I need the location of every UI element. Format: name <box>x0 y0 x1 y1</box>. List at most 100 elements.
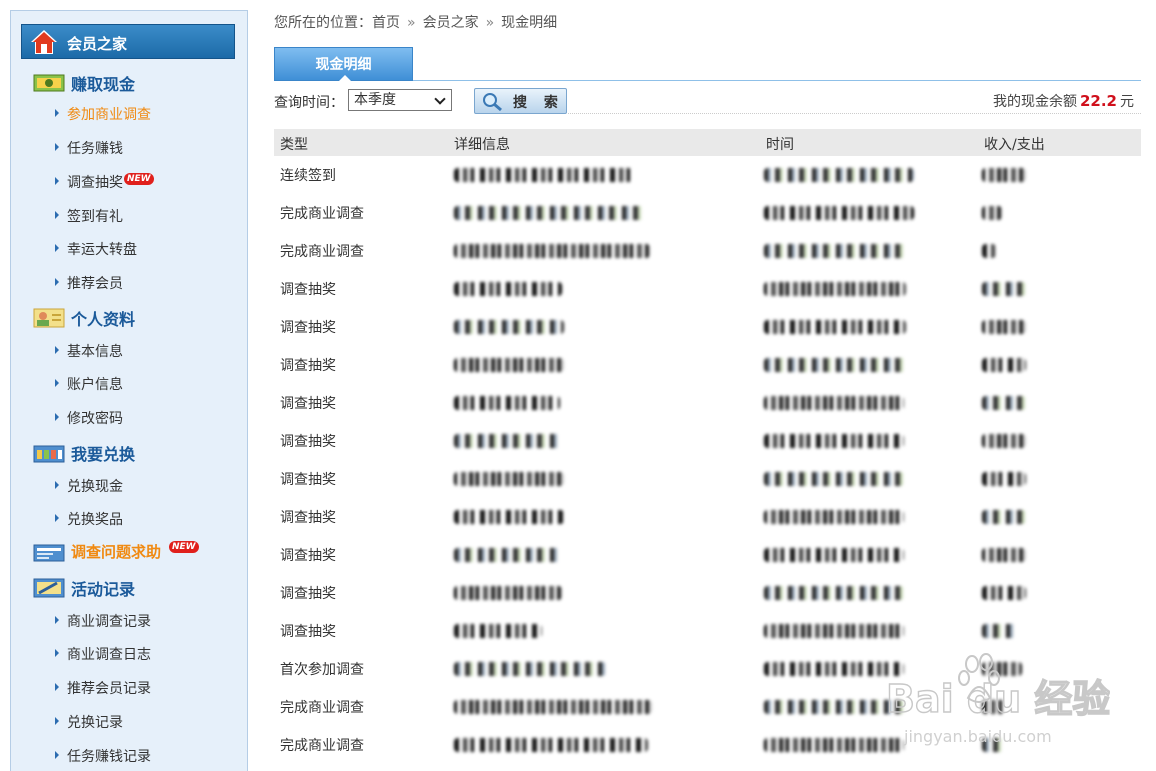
redacted-detail <box>454 320 564 334</box>
query-time-select[interactable]: 本季度 <box>348 89 452 111</box>
cash-balance: 我的现金余额 22.2 元 <box>993 91 1134 111</box>
cell-type: 调查抽奖 <box>280 586 336 602</box>
cell-type: 连续签到 <box>280 168 336 184</box>
table-row: 连续签到 <box>274 156 1141 194</box>
cell-type: 调查抽奖 <box>280 472 336 488</box>
sidebar-item-task-earn[interactable]: 任务赚钱 <box>55 138 123 160</box>
divider <box>568 113 1141 114</box>
chevron-down-icon <box>434 93 446 105</box>
profile-icon <box>33 308 65 328</box>
new-badge: NEW <box>169 541 199 553</box>
sidebar-item-task-records[interactable]: 任务赚钱记录 <box>55 746 151 768</box>
sidebar-item-survey-records[interactable]: 商业调查记录 <box>55 611 151 633</box>
table-row: 调查抽奖 <box>274 384 1141 422</box>
table-row: 调查抽奖 <box>274 270 1141 308</box>
sidebar-item-referral[interactable]: 推荐会员 <box>55 273 123 295</box>
bullet-arrow-icon <box>55 346 59 354</box>
record-icon <box>33 578 65 598</box>
redacted-amount <box>982 624 1016 638</box>
bullet-arrow-icon <box>55 143 59 151</box>
bullet-arrow-icon <box>55 177 59 185</box>
query-time-label: 查询时间： <box>274 95 344 111</box>
redacted-time <box>764 358 906 372</box>
cell-type: 调查抽奖 <box>280 396 336 412</box>
tab-cash-detail[interactable]: 现金明细 <box>274 47 413 81</box>
table-row: 调查抽奖 <box>274 498 1141 536</box>
section-label: 赚取现金 <box>71 75 136 94</box>
sidebar-item-referral-records[interactable]: 推荐会员记录 <box>55 678 151 700</box>
table-row: 完成商业调查 <box>274 232 1141 270</box>
cell-type: 调查抽奖 <box>280 510 336 526</box>
bullet-arrow-icon <box>55 413 59 421</box>
sidebar-item-survey-log[interactable]: 商业调查日志 <box>55 644 151 666</box>
cell-type: 完成商业调查 <box>280 244 364 260</box>
sidebar-item-join-survey[interactable]: 参加商业调查 <box>55 104 151 126</box>
table-row: 完成商业调查 <box>274 194 1141 232</box>
cell-type: 完成商业调查 <box>280 738 364 754</box>
bullet-arrow-icon <box>55 379 59 387</box>
breadcrumb-separator: » <box>407 15 416 31</box>
cell-type: 完成商业调查 <box>280 206 364 222</box>
column-header-detail: 详细信息 <box>454 137 510 153</box>
balance-amount: 22.2 <box>1079 92 1117 110</box>
redacted-amount <box>982 244 996 258</box>
redacted-amount <box>982 206 1002 220</box>
watermark-text: Bai du 经验 <box>886 677 1110 721</box>
sidebar-item-exchange-records[interactable]: 兑换记录 <box>55 712 123 734</box>
home-header[interactable]: 会员之家 <box>21 24 235 59</box>
redacted-detail <box>454 168 632 182</box>
breadcrumb-member-link[interactable]: 会员之家 <box>423 15 479 31</box>
cell-type: 调查抽奖 <box>280 434 336 450</box>
sidebar-item-change-password[interactable]: 修改密码 <box>55 408 123 430</box>
breadcrumb-separator: » <box>485 15 495 31</box>
redacted-detail <box>454 738 648 752</box>
column-header-type: 类型 <box>280 137 308 153</box>
redacted-time <box>764 206 914 220</box>
redacted-amount <box>982 548 1026 562</box>
redacted-detail <box>454 396 560 410</box>
column-header-amount: 收入/支出 <box>984 137 1045 153</box>
sidebar-item-account-info[interactable]: 账户信息 <box>55 374 123 396</box>
watermark-url: jingyan.baidu.com <box>903 727 1052 746</box>
home-label: 会员之家 <box>67 35 128 53</box>
section-label: 个人资料 <box>71 310 136 329</box>
cell-type: 调查抽奖 <box>280 320 336 336</box>
redacted-detail <box>454 472 564 486</box>
bullet-arrow-icon <box>55 717 59 725</box>
breadcrumb-home-link[interactable]: 首页 <box>372 15 400 31</box>
sidebar-item-exchange-cash[interactable]: 兑换现金 <box>55 476 123 498</box>
bullet-arrow-icon <box>55 514 59 522</box>
sidebar-item-lucky-wheel[interactable]: 幸运大转盘 <box>55 239 137 261</box>
sidebar: 会员之家 赚取现金 参加商业调查 任务赚钱 调查抽奖 NEW 签到有礼 幸运大转盘… <box>10 10 248 771</box>
bullet-arrow-icon <box>55 683 59 691</box>
sidebar-item-exchange-prize[interactable]: 兑换奖品 <box>55 509 123 531</box>
breadcrumb: 您所在的位置：首页 » 会员之家 » 现金明细 <box>274 12 557 32</box>
bullet-arrow-icon <box>55 751 59 759</box>
redacted-time <box>764 624 904 638</box>
help-card-icon <box>33 544 65 562</box>
cell-type: 调查抽奖 <box>280 548 336 564</box>
search-button[interactable]: 搜 索 <box>474 88 567 114</box>
new-badge: NEW <box>124 173 154 185</box>
redacted-detail <box>454 434 560 448</box>
bullet-arrow-icon <box>55 481 59 489</box>
redacted-time <box>764 320 906 334</box>
breadcrumb-current: 现金明细 <box>501 15 558 31</box>
bullet-arrow-icon <box>55 278 59 286</box>
redacted-detail <box>454 244 650 258</box>
redacted-detail <box>454 662 606 676</box>
redacted-amount <box>982 434 1026 448</box>
bullet-arrow-icon <box>55 211 59 219</box>
sidebar-item-basic-info[interactable]: 基本信息 <box>55 341 123 363</box>
money-icon <box>33 74 65 92</box>
sidebar-item-checkin[interactable]: 签到有礼 <box>55 206 123 228</box>
bullet-arrow-icon <box>55 244 59 252</box>
cell-type: 完成商业调查 <box>280 700 364 716</box>
sidebar-item-survey-lottery[interactable]: 调查抽奖 NEW <box>55 172 154 194</box>
redacted-amount <box>982 358 1026 372</box>
redacted-detail <box>454 586 562 600</box>
redacted-time <box>764 434 904 448</box>
bullet-arrow-icon <box>55 649 59 657</box>
cell-type: 调查抽奖 <box>280 282 336 298</box>
table-row: 调查抽奖 <box>274 574 1141 612</box>
